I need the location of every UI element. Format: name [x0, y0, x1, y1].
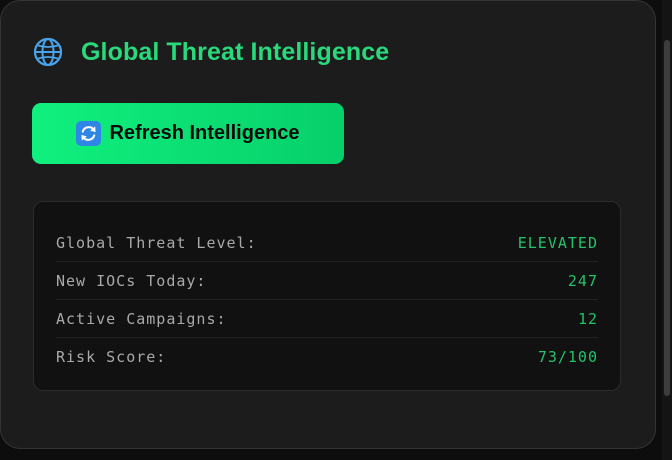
threat-stats-panel: Global Threat Level: ELEVATED New IOCs T… [33, 201, 621, 391]
stat-value: 247 [567, 271, 598, 290]
refresh-icon [76, 121, 102, 146]
threat-intel-card: Global Threat Intelligence Refresh Intel… [0, 0, 656, 449]
stat-label: Global Threat Level: [56, 233, 257, 252]
stat-row-risk-score: Risk Score: 73/100 [56, 338, 598, 375]
stat-label: New IOCs Today: [56, 271, 207, 290]
stat-value: 12 [577, 309, 598, 328]
stat-row-threat-level: Global Threat Level: ELEVATED [56, 224, 598, 262]
stat-value: 73/100 [537, 347, 598, 366]
stat-label: Active Campaigns: [56, 309, 227, 328]
scrollbar-thumb[interactable] [664, 40, 670, 396]
panel-title: Global Threat Intelligence [81, 37, 390, 66]
stat-label: Risk Score: [56, 347, 167, 366]
stat-row-active-campaigns: Active Campaigns: 12 [56, 300, 598, 338]
stat-row-new-iocs: New IOCs Today: 247 [56, 262, 598, 300]
refresh-button-label: Refresh Intelligence [109, 122, 300, 144]
card-header: Global Threat Intelligence [33, 37, 389, 67]
vertical-scrollbar[interactable] [662, 0, 672, 460]
stat-value: ELEVATED [517, 233, 598, 252]
globe-icon [33, 37, 63, 67]
refresh-intelligence-button[interactable]: Refresh Intelligence [32, 103, 344, 164]
